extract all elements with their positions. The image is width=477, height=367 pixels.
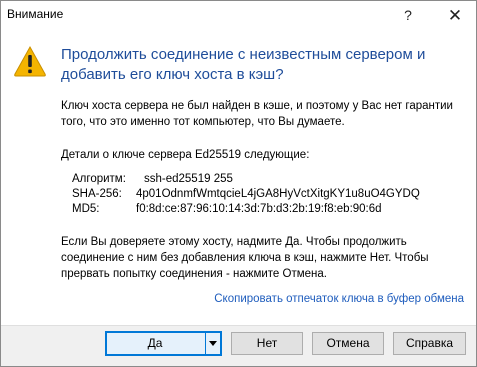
dialog-content: Продолжить соединение с неизвестным серв… <box>1 30 476 326</box>
instructions-line: Если Вы доверяете этому хосту, надмите Д… <box>61 236 407 248</box>
warning-icon <box>14 45 46 77</box>
help-button[interactable]: Справка <box>393 332 466 355</box>
message-line: того, что это именно тот компьютер, что … <box>61 116 345 128</box>
yes-button-label: Да <box>147 336 163 350</box>
instructions-line: соединение с ним без добавления ключа в … <box>61 252 429 264</box>
details-intro: Детали о ключе сервера Ed25519 следующие… <box>61 147 471 163</box>
dialog-heading: Продолжить соединение с неизвестным серв… <box>61 45 461 85</box>
instructions-line: прервать попытку соединения - нажмите От… <box>61 268 327 280</box>
button-bar: Да Нет Отмена Справка <box>1 325 476 366</box>
md5-label: MD5: <box>72 203 100 215</box>
instructions: Если Вы доверяете этому хосту, надмите Д… <box>61 234 471 282</box>
sha256-value: 4p01OdnmfWmtqcieL4jGA8HyVctXitgKY1u8uO4G… <box>136 188 420 200</box>
details-intro-text: Детали о ключе сервера Ed25519 следующие… <box>61 149 310 161</box>
copy-fingerprint-link[interactable]: Скопировать отпечаток ключа в буфер обме… <box>214 293 464 305</box>
message-line: Ключ хоста сервера не был найден в кэше,… <box>61 100 453 112</box>
yes-split-dropdown[interactable] <box>205 331 222 356</box>
no-button[interactable]: Нет <box>231 332 303 355</box>
window-title: Внимание <box>7 7 64 21</box>
close-icon[interactable]: ✕ <box>439 1 471 30</box>
sha256-label: SHA-256: <box>72 188 122 200</box>
chevron-down-icon <box>209 341 217 346</box>
title-bar[interactable]: Внимание ? ✕ <box>1 1 476 30</box>
warning-message: Ключ хоста сервера не был найден в кэше,… <box>61 98 471 130</box>
algorithm-label: Алгоритм: <box>72 173 126 185</box>
help-icon[interactable]: ? <box>392 1 424 30</box>
yes-button[interactable]: Да <box>105 331 209 356</box>
security-alert-dialog: Внимание ? ✕ Продолжить соединение с неи… <box>0 0 477 367</box>
cancel-button[interactable]: Отмена <box>312 332 384 355</box>
md5-value: f0:8d:ce:87:96:10:14:3d:7b:d3:2b:19:f8:e… <box>136 203 382 215</box>
heading-line: добавить его ключ хоста в кэш? <box>61 66 284 83</box>
algorithm-value: ssh-ed25519 255 <box>144 173 233 185</box>
heading-line: Продолжить соединение с неизвестным серв… <box>61 46 426 63</box>
